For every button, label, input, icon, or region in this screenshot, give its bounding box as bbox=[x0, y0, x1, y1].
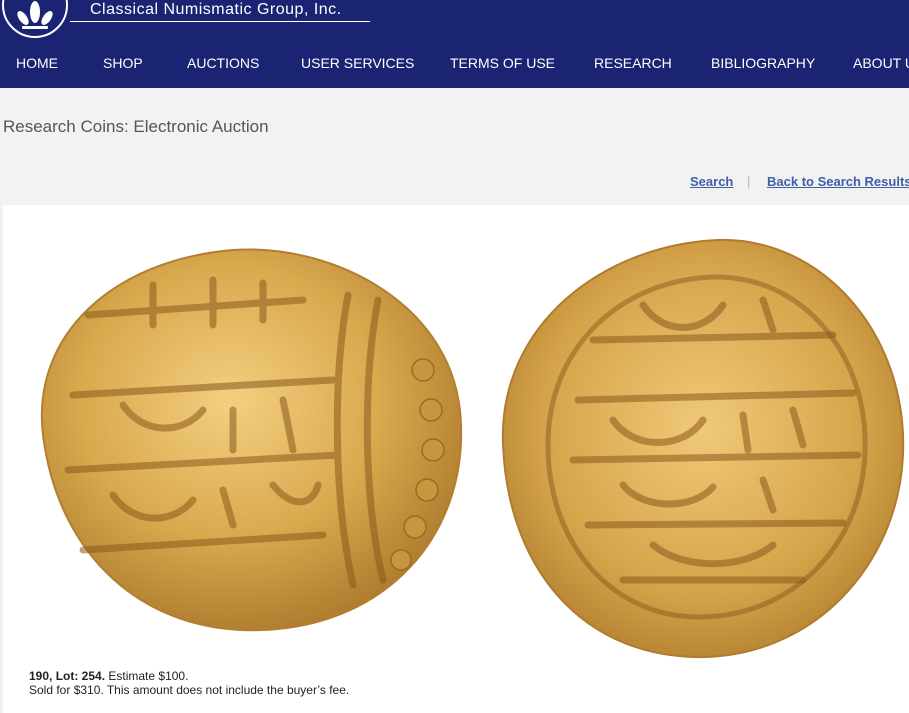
lot-sold-note: Sold for $310. This amount does not incl… bbox=[29, 683, 350, 697]
nav-shop[interactable]: SHOP bbox=[103, 55, 143, 71]
nav-auctions[interactable]: AUCTIONS bbox=[187, 55, 259, 71]
back-to-results-link[interactable]: Back to Search Results bbox=[767, 174, 909, 189]
nav-research[interactable]: RESEARCH bbox=[594, 55, 672, 71]
lot-number: 190, Lot: 254. bbox=[29, 669, 106, 683]
page-title: Research Coins: Electronic Auction bbox=[3, 117, 269, 136]
nav-user-services[interactable]: USER SERVICES bbox=[301, 55, 414, 71]
search-link[interactable]: Search bbox=[690, 174, 733, 189]
nav-bibliography[interactable]: BIBLIOGRAPHY bbox=[711, 55, 815, 71]
nav-terms-of-use[interactable]: TERMS OF USE bbox=[450, 55, 555, 71]
site-header: Classical Numismatic Group, Inc. HOME SH… bbox=[0, 0, 909, 88]
brand-name: Classical Numismatic Group, Inc. bbox=[90, 1, 342, 18]
main-nav: HOME SHOP AUCTIONS USER SERVICES TERMS O… bbox=[0, 24, 909, 88]
coin-image[interactable] bbox=[3, 205, 909, 665]
nav-about-us[interactable]: ABOUT U bbox=[853, 55, 909, 71]
reverse-coin bbox=[501, 238, 905, 659]
lot-caption: 190, Lot: 254. Estimate $100. Sold for $… bbox=[29, 669, 349, 697]
nav-home[interactable]: HOME bbox=[16, 55, 58, 71]
lot-summary: 190, Lot: 254. Estimate $100. bbox=[29, 669, 349, 683]
lot-estimate: Estimate $100. bbox=[108, 669, 189, 683]
lot-panel: 190, Lot: 254. Estimate $100. Sold for $… bbox=[3, 205, 909, 713]
brand-divider bbox=[70, 21, 370, 22]
obverse-coin bbox=[40, 248, 463, 632]
link-separator: | bbox=[747, 174, 751, 189]
